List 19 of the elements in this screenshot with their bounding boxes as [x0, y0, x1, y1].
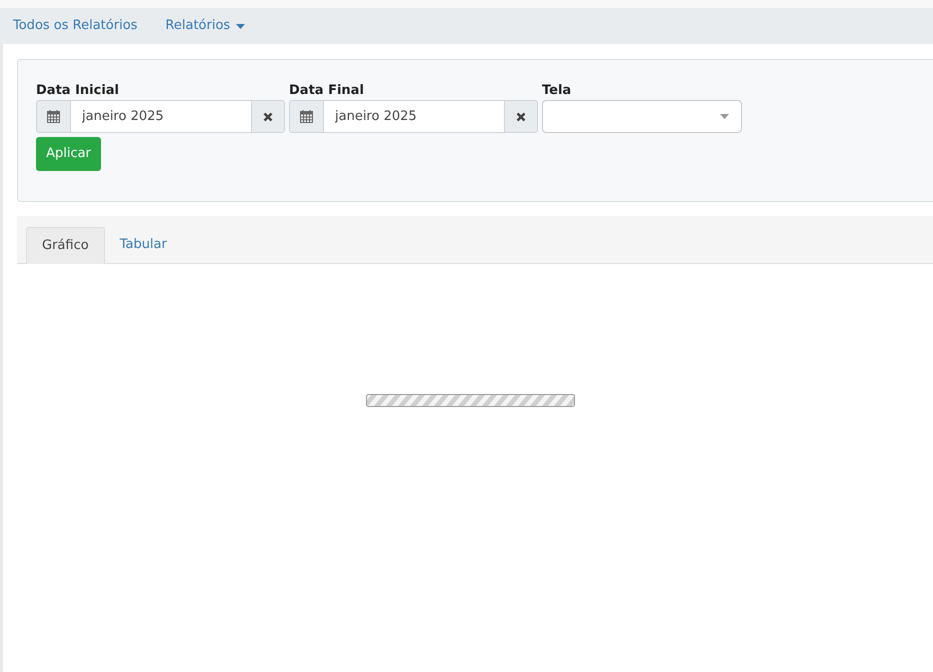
date-field[interactable]: janeiro 2025 [71, 100, 251, 133]
select-field[interactable] [542, 100, 742, 133]
field-label: Data Inicial [36, 82, 120, 100]
caret-icon [236, 24, 246, 28]
clear-button[interactable] [251, 100, 285, 133]
nav-link[interactable]: Todos os Relatórios [13, 16, 138, 36]
field-label: Tela [542, 82, 572, 100]
tab[interactable]: Gráfico [26, 227, 105, 264]
clear-button[interactable] [504, 100, 538, 133]
clear-icon [516, 112, 526, 122]
apply-button[interactable]: Aplicar [36, 137, 101, 171]
tab[interactable]: Tabular [104, 226, 182, 263]
calendar-icon [47, 110, 60, 123]
date-field[interactable]: janeiro 2025 [324, 100, 504, 133]
caret-icon [720, 114, 729, 119]
calendar-icon [300, 110, 313, 123]
clear-icon [263, 112, 273, 122]
nav-dropdown[interactable]: Relatórios [165, 16, 246, 36]
field-label: Data Final [289, 82, 365, 100]
